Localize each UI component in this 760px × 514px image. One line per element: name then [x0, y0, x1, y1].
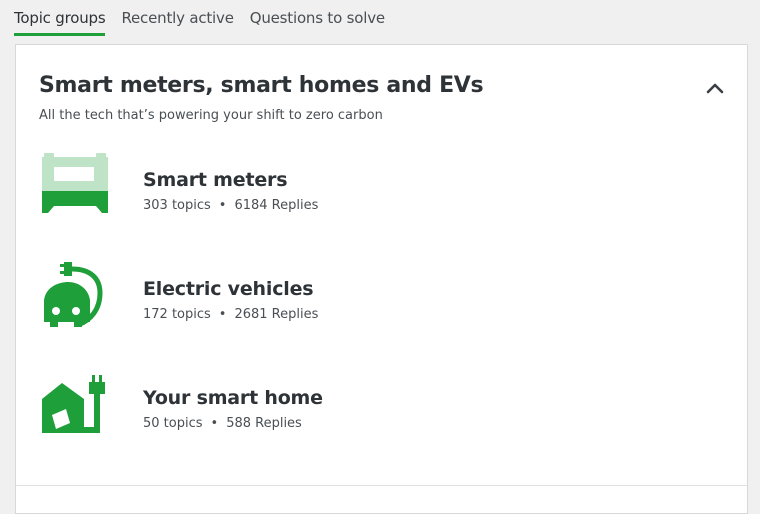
group-smart-meters[interactable]: Smart meters 303 topics • 6184 Replies	[40, 151, 720, 231]
group-name: Electric vehicles	[143, 278, 314, 300]
separator-dot: •	[218, 307, 227, 322]
topics-count: 303 topics	[143, 198, 211, 213]
group-stats: 303 topics • 6184 Replies	[143, 198, 318, 213]
topics-count: 50 topics	[143, 416, 203, 431]
card-divider	[16, 485, 747, 486]
separator-dot: •	[218, 198, 227, 213]
replies-count: 6184 Replies	[234, 198, 319, 213]
replies-count: 2681 Replies	[234, 307, 319, 322]
topics-count: 172 topics	[143, 307, 211, 322]
group-name: Smart meters	[143, 169, 288, 191]
tab-topic-groups[interactable]: Topic groups	[14, 0, 106, 36]
card-title: Smart meters, smart homes and EVs	[39, 73, 484, 98]
group-stats: 50 topics • 588 Replies	[143, 416, 302, 431]
smart-meter-icon	[40, 151, 110, 221]
group-smart-home[interactable]: Your smart home 50 topics • 588 Replies	[40, 369, 720, 449]
chevron-up-icon[interactable]	[703, 77, 727, 101]
tab-questions-to-solve[interactable]: Questions to solve	[250, 0, 385, 36]
group-electric-vehicles[interactable]: Electric vehicles 172 topics • 2681 Replie…	[40, 260, 720, 340]
electric-car-icon	[40, 260, 110, 330]
tab-bar: Topic groups Recently active Questions t…	[14, 0, 401, 36]
smart-home-icon	[40, 369, 110, 439]
group-stats: 172 topics • 2681 Replies	[143, 307, 318, 322]
tab-recently-active[interactable]: Recently active	[121, 0, 233, 36]
group-name: Your smart home	[143, 387, 323, 409]
topic-group-card: Smart meters, smart homes and EVs All th…	[15, 44, 748, 514]
replies-count: 588 Replies	[226, 416, 302, 431]
separator-dot: •	[210, 416, 219, 431]
card-subtitle: All the tech that’s powering your shift …	[39, 108, 383, 123]
